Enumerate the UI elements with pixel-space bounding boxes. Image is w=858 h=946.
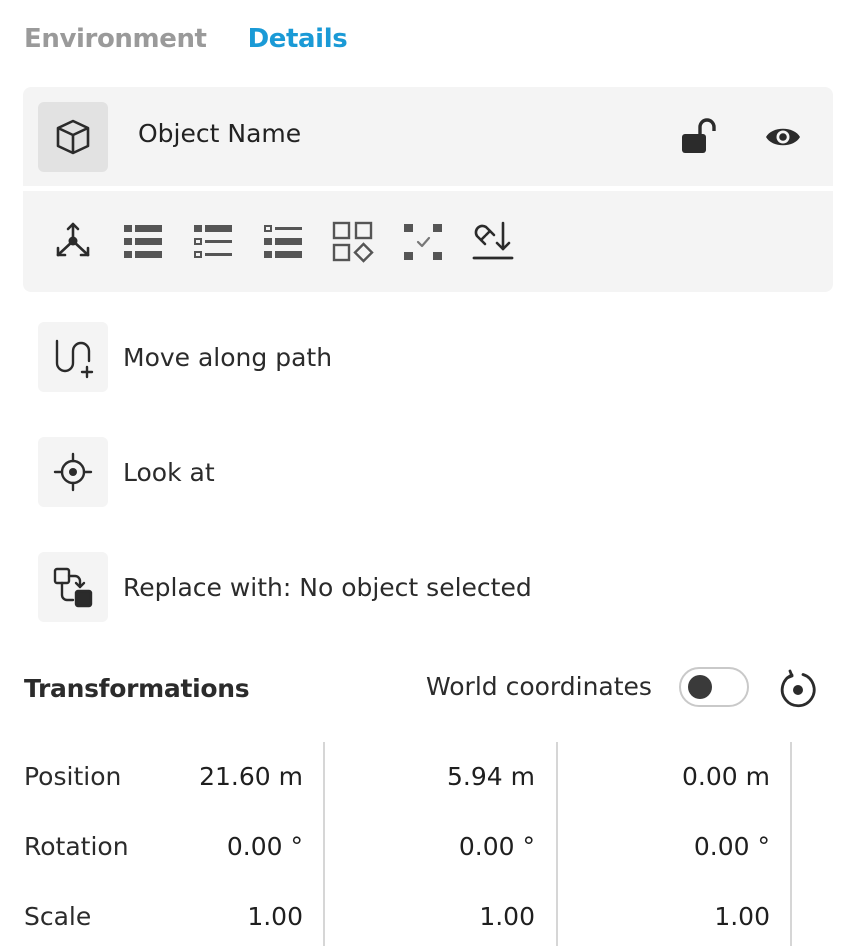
column-divider	[790, 742, 792, 946]
action-label: Move along path	[123, 342, 333, 372]
tab-environment[interactable]: Environment	[24, 24, 207, 58]
replace-icon	[53, 567, 93, 608]
scale-z-value[interactable]: 1.00	[570, 902, 770, 931]
axis-gizmo-icon	[56, 222, 90, 257]
object-thumbnail[interactable]	[38, 102, 108, 172]
target-icon	[53, 452, 93, 492]
lock-toggle[interactable]	[677, 115, 721, 159]
position-z-value[interactable]: 0.00 m	[570, 762, 770, 791]
object-name[interactable]: Object Name	[138, 119, 301, 148]
eye-icon	[766, 128, 800, 146]
toggle-knob	[688, 675, 712, 699]
tool-list-partial[interactable]	[189, 218, 237, 266]
tool-transform-gizmo[interactable]	[49, 218, 97, 266]
tab-bar: Environment Details	[24, 24, 348, 58]
transformations-title: Transformations	[24, 674, 250, 703]
tool-row	[23, 191, 833, 292]
tool-list-all[interactable]	[119, 218, 167, 266]
rotation-x-value[interactable]: 0.00 °	[103, 832, 303, 861]
column-divider	[556, 742, 558, 946]
cube-icon	[56, 119, 90, 155]
world-coordinates-label: World coordinates	[426, 672, 652, 701]
object-header: Object Name	[23, 87, 833, 186]
tool-select-dots[interactable]	[399, 218, 447, 266]
position-x-value[interactable]: 21.60 m	[103, 762, 303, 791]
tool-list-empty[interactable]	[259, 218, 307, 266]
tab-details[interactable]: Details	[248, 24, 348, 58]
reset-transform-button[interactable]	[775, 666, 821, 712]
magnet-drop-icon	[472, 221, 514, 260]
grid-shapes-icon	[332, 221, 374, 263]
action-move-along-path[interactable]: Move along path	[38, 322, 332, 392]
reset-icon	[780, 669, 816, 708]
action-tile	[38, 322, 108, 392]
rotation-z-value[interactable]: 0.00 °	[570, 832, 770, 861]
row-label-scale: Scale	[24, 902, 92, 931]
rotation-y-value[interactable]: 0.00 °	[335, 832, 535, 861]
scale-y-value[interactable]: 1.00	[335, 902, 535, 931]
list-empty-icon	[264, 225, 302, 258]
list-partial-icon	[194, 225, 232, 258]
unlock-icon	[682, 118, 716, 153]
action-tile	[38, 437, 108, 507]
visibility-toggle[interactable]	[761, 115, 805, 159]
action-look-at[interactable]: Look at	[38, 437, 215, 507]
action-label: Replace with: No object selected	[123, 572, 532, 602]
tool-snap-to-ground[interactable]	[469, 218, 517, 266]
action-tile	[38, 552, 108, 622]
list-all-icon	[124, 225, 162, 258]
action-label: Look at	[123, 457, 215, 487]
column-divider	[323, 742, 325, 946]
world-coordinates-toggle[interactable]	[679, 667, 749, 707]
path-plus-icon	[55, 339, 94, 379]
scale-x-value[interactable]: 1.00	[103, 902, 303, 931]
position-y-value[interactable]: 5.94 m	[335, 762, 535, 791]
object-card: Object Name	[23, 87, 833, 292]
action-replace-with[interactable]: Replace with: No object selected	[38, 552, 532, 622]
tool-grid-shapes[interactable]	[329, 218, 377, 266]
select-dots-icon	[404, 224, 442, 260]
